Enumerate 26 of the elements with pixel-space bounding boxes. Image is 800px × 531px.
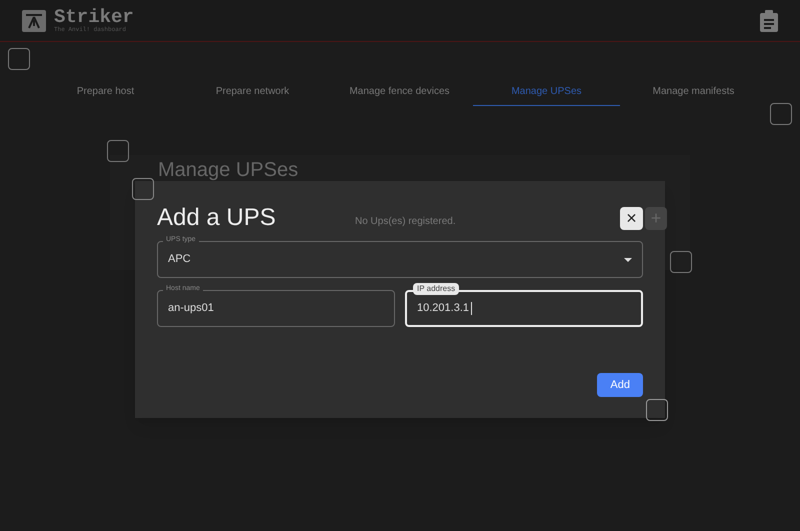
tab[interactable]: Manage UPSes	[473, 78, 620, 106]
tab[interactable]: Prepare network	[179, 78, 326, 106]
logo-title: Striker	[54, 8, 134, 27]
square-outline	[8, 48, 30, 70]
square-outline	[670, 251, 692, 273]
panel-title: Manage UPSes	[158, 160, 298, 180]
tab[interactable]: Manage manifests	[620, 78, 767, 106]
select-field[interactable]: APC	[157, 241, 643, 278]
square-outline	[770, 103, 792, 125]
field-label: IP address	[413, 283, 460, 295]
field-value: 10.201.3.1	[417, 301, 469, 316]
tab[interactable]: Prepare host	[32, 78, 179, 106]
square-outline	[107, 140, 129, 162]
clipboard-icon[interactable]	[760, 10, 778, 32]
square-outline	[132, 178, 154, 200]
field-value: an-ups01	[168, 301, 214, 316]
square-outline	[646, 399, 668, 421]
logo-icon	[22, 10, 46, 32]
field-value: APC	[168, 252, 191, 268]
empty-message: No Ups(es) registered.	[355, 217, 456, 227]
tab[interactable]: Manage fence devices	[326, 78, 473, 106]
dropdown-caret-icon	[624, 258, 632, 262]
close-button[interactable]: ×	[620, 206, 643, 230]
submit-button[interactable]: Add	[597, 373, 643, 397]
text-cursor	[471, 302, 472, 315]
dialog-title: Add a UPS	[157, 206, 276, 230]
